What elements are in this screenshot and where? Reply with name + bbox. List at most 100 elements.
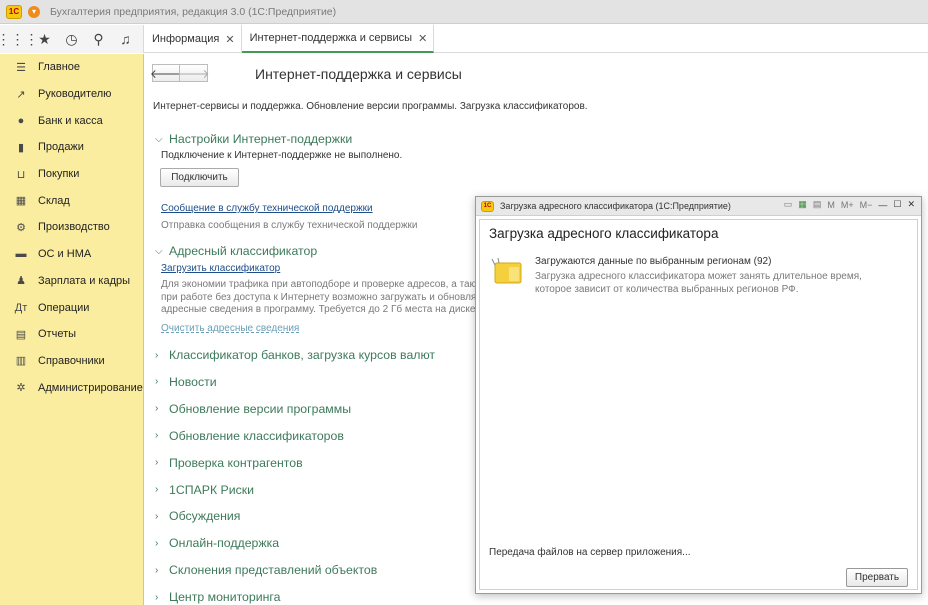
group-header[interactable]: › 1СПАРК Риски	[155, 483, 254, 497]
sidebar-item[interactable]: ▥ Справочники	[0, 348, 143, 375]
group-header[interactable]: › Обновление классификаторов	[155, 429, 344, 443]
chevron-right-icon: ›	[155, 537, 159, 549]
sidebar-item-label: Справочники	[38, 354, 105, 367]
sidebar-item[interactable]: ↗ Руководителю	[0, 81, 143, 108]
group-header[interactable]: › Классификатор банков, загрузка курсов в…	[155, 348, 435, 362]
sidebar-item-label: Главное	[38, 61, 81, 74]
bell-icon[interactable]: ♫	[116, 29, 136, 49]
sidebar-item-label: Покупки	[38, 168, 80, 181]
dialog-body: Загрузка адресного классификатора Загруж…	[479, 219, 918, 590]
support-message-link[interactable]: Сообщение в службу технической поддержки	[161, 203, 373, 214]
operations-icon: Дт	[14, 301, 28, 314]
group-header[interactable]: › Центр мониторинга	[155, 590, 280, 604]
sidebar-item[interactable]: ● Банк и касса	[0, 107, 143, 134]
abort-button[interactable]: Прервать	[846, 568, 908, 587]
sidebar-item[interactable]: Дт Операции	[0, 294, 143, 321]
sidebar-item[interactable]: ▬ ОС и НМА	[0, 241, 143, 268]
back-arrow-icon[interactable]: 🡐	[150, 64, 182, 82]
book-icon: ▥	[15, 355, 27, 368]
app-logo-icon[interactable]: 1С	[6, 4, 22, 19]
sidebar-item-label: Продажи	[38, 141, 84, 154]
close-icon[interactable]: ✕	[907, 199, 915, 210]
sidebar-item-label: Склад	[38, 194, 70, 207]
calendar-icon[interactable]: ▤	[813, 199, 822, 210]
tab-information[interactable]: Информация ✕	[144, 25, 242, 53]
close-icon[interactable]: ✕	[418, 32, 427, 45]
group-title: Онлайн-поддержка	[169, 536, 280, 551]
sidebar-item[interactable]: ♟ Зарплата и кадры	[0, 268, 143, 295]
sidebar-item[interactable]: ▦ Склад	[0, 187, 143, 214]
spreadsheet-icon[interactable]: ▦	[798, 199, 807, 210]
tab-label: Информация	[152, 33, 220, 45]
truck-icon: ▬	[15, 248, 27, 261]
loading-dialog: 1С Загрузка адресного классификатора (1С…	[475, 196, 922, 594]
chevron-right-icon: ›	[155, 484, 159, 495]
chevron-right-icon: ›	[155, 403, 159, 415]
load-classifier-link[interactable]: Загрузить классификатор	[161, 263, 280, 274]
loading-hint: Загрузка адресного классификатора может …	[535, 271, 875, 296]
group-header[interactable]: › Обсуждения	[155, 509, 240, 523]
chevron-right-icon: ›	[155, 430, 159, 442]
print-icon[interactable]: ▭	[784, 199, 793, 210]
apps-grid-icon[interactable]: ⋮⋮⋮	[0, 29, 39, 49]
group-title: Склонения представлений объектов	[169, 563, 378, 578]
group-title: Проверка контрагентов	[169, 455, 303, 470]
connect-button[interactable]: Подключить	[160, 168, 239, 187]
sidebar-item-label: Зарплата и кадры	[38, 274, 131, 287]
sidebar-item-label: Операции	[38, 301, 90, 314]
chevron-right-icon: ›	[155, 457, 159, 469]
people-icon: ♟	[16, 275, 26, 288]
clear-address-link[interactable]: Очистить адресные сведения	[161, 323, 299, 334]
dialog-tools: ▭ ▦ ▤ M M+ M− — ☐ ✕	[778, 199, 915, 210]
sidebar-item-label: Руководителю	[38, 88, 112, 101]
sidebar-item[interactable]: ✲ Администрирование	[0, 374, 143, 401]
memory-button[interactable]: M	[827, 200, 835, 210]
chevron-right-icon: ›	[155, 349, 159, 361]
coin-icon: ●	[17, 114, 25, 127]
window-titlebar: 1С ▾ Бухгалтерия предприятия, редакция 3…	[0, 0, 928, 24]
tab-internet-support[interactable]: Интернет-поддержка и сервисы ✕	[241, 25, 435, 53]
group-header[interactable]: › Обновление версии программы	[155, 402, 351, 416]
star-icon[interactable]: ★	[35, 29, 55, 49]
sidebar-item[interactable]: ☰ Главное	[0, 54, 143, 81]
trend-icon: ↗	[16, 88, 26, 101]
bag-icon: ▮	[17, 141, 25, 154]
address-hint: Для экономии трафика при автоподборе и п…	[161, 279, 481, 317]
chevron-down-icon: ⌵	[155, 245, 163, 257]
sidebar-item-label: ОС и НМА	[38, 248, 92, 261]
group-header[interactable]: › Онлайн-поддержка	[155, 536, 279, 550]
sidebar-item[interactable]: ⊔ Покупки	[0, 161, 143, 188]
memory-minus-button[interactable]: M−	[860, 200, 873, 210]
group-header[interactable]: › Проверка контрагентов	[155, 456, 303, 470]
sidebar: ☰ Главное ↗ Руководителю ● Банк и касса ▮ Прода…	[0, 54, 144, 605]
group-title: Центр мониторинга	[169, 590, 281, 605]
warehouse-icon: ▦	[15, 195, 27, 208]
group-header[interactable]: › Склонения представлений объектов	[155, 563, 377, 577]
support-hint: Отправка сообщения в службу технической …	[161, 220, 418, 231]
sidebar-item-label: Администрирование	[38, 381, 143, 394]
maximize-icon[interactable]: ☐	[893, 199, 901, 210]
group-title: Адресный классификатор	[169, 244, 318, 258]
quick-toolbar: ⋮⋮⋮ ★ ◷ ⚲ ♫	[0, 25, 144, 53]
forward-arrow-icon[interactable]: 🡒	[177, 64, 210, 82]
chevron-right-icon: ›	[155, 564, 159, 576]
sidebar-item[interactable]: ⚙ Производство	[0, 214, 143, 241]
memory-plus-button[interactable]: M+	[841, 200, 854, 210]
history-icon[interactable]: ◷	[62, 29, 82, 49]
group-settings-header[interactable]: ⌵ Настройки Интернет-поддержки	[155, 132, 352, 146]
close-icon[interactable]: ✕	[225, 33, 234, 46]
group-title: Новости	[169, 374, 217, 389]
hint-line: адресные сведения в программу. Требуется…	[161, 304, 476, 315]
page-subtitle: Интернет-сервисы и поддержка. Обновление…	[153, 101, 588, 112]
group-title: Настройки Интернет-поддержки	[169, 132, 353, 146]
minimize-icon[interactable]: —	[878, 200, 887, 210]
group-header[interactable]: › Новости	[155, 375, 217, 389]
group-address-header[interactable]: ⌵ Адресный классификатор	[155, 244, 317, 258]
sidebar-item[interactable]: ▮ Продажи	[0, 134, 143, 161]
report-icon: ▤	[15, 328, 27, 341]
sidebar-item[interactable]: ▤ Отчеты	[0, 321, 143, 348]
main-menu-chevron-icon[interactable]: ▾	[28, 5, 40, 18]
sidebar-item-label: Отчеты	[38, 328, 77, 341]
group-title: Классификатор банков, загрузка курсов ва…	[169, 348, 436, 362]
search-icon[interactable]: ⚲	[89, 29, 109, 49]
